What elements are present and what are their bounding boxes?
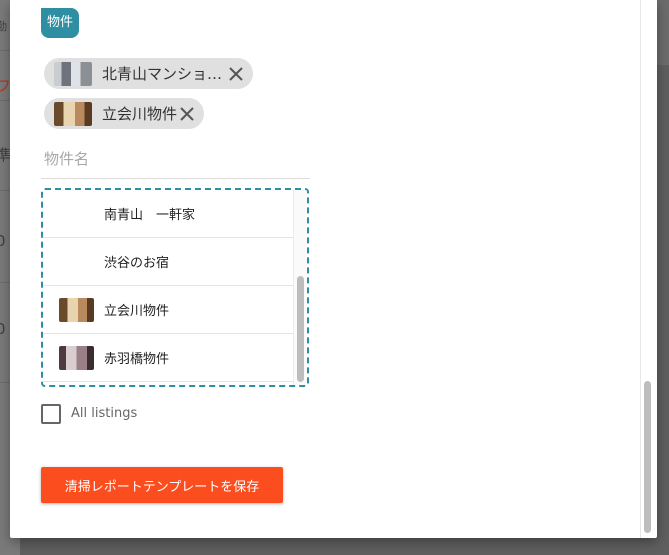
listing-thumbnail [59,345,94,370]
listing-option-label: 立会川物件 [104,304,170,319]
dialog-divider [640,0,641,538]
listing-thumbnail [54,101,92,126]
all-listings-checkbox[interactable] [41,404,61,424]
close-icon[interactable] [178,105,196,123]
listing-template-dialog: 物件 北青山マンショ… 立会川物件 南青山 一軒家 渋谷のお宿 立会川物件 赤羽… [10,0,657,538]
listing-thumbnail [54,61,92,86]
chip-label: 立会川物件 [102,105,178,123]
background-text: 0 [0,232,6,250]
dialog-scrollbar[interactable] [644,381,651,533]
save-template-button[interactable]: 清掃レポートテンプレートを保存 [41,467,283,503]
listing-options-list: 南青山 一軒家 渋谷のお宿 立会川物件 赤羽橋物件 [41,188,309,387]
background-text: 0 [0,320,6,338]
listing-option-label: 渋谷のお宿 [104,256,170,271]
selected-listing-chip[interactable]: 立会川物件 [44,98,205,129]
list-scrollbar-thumb[interactable] [297,276,304,382]
listing-option[interactable]: 立会川物件 [43,286,293,334]
selected-listing-chip[interactable]: 北青山マンショ… [44,58,254,89]
listing-option[interactable]: 南青山 一軒家 [43,190,293,238]
chip-label: 北青山マンショ… [102,65,223,83]
overlay-right-edge-top [657,0,669,65]
background-text: 勤 [0,20,7,33]
section-title-badge: 物件 [41,8,80,38]
listing-thumbnail [59,297,94,322]
listing-option[interactable]: 渋谷のお宿 [43,238,293,286]
all-listings-label: All listings [71,406,138,421]
listing-option[interactable]: 赤羽橋物件 [43,334,293,382]
close-icon[interactable] [227,65,245,83]
overlay-right-edge [657,0,669,555]
listing-name-input[interactable] [41,140,310,179]
listing-option-label: 南青山 一軒家 [104,208,196,223]
listing-option-label: 赤羽橋物件 [104,352,170,367]
